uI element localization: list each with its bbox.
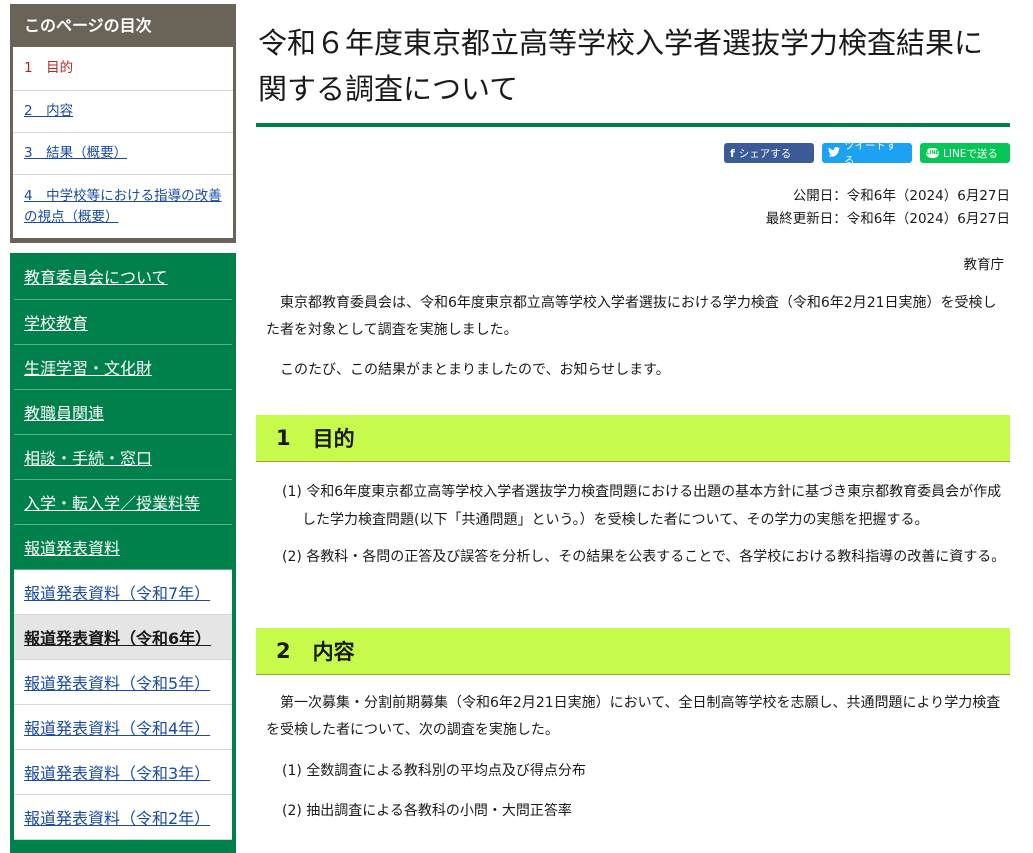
section-title: 内容	[312, 640, 355, 664]
intro-paragraph-1: 東京都教育委員会は、令和6年度東京都立高等学校入学者選抜における学力検査（令和6…	[266, 295, 997, 338]
toc-link-results[interactable]: 3 結果（概要）	[24, 143, 222, 164]
twitter-share-button[interactable]: ツイートする	[822, 140, 912, 167]
sidebar-sublink-press-r4[interactable]: 報道発表資料（令和4年）	[24, 715, 210, 739]
sidebar-item-school-education[interactable]: 学校教育	[14, 300, 232, 345]
sidebar-subitem-press-r2[interactable]: 報道発表資料（令和2年）	[14, 795, 232, 840]
content-item-2: (2) 抽出調査による各教科の小問・大問正答率	[282, 803, 572, 819]
section-number: 2	[276, 639, 291, 663]
sidebar-link-lifelong-learning[interactable]: 生涯学習・文化財	[24, 355, 152, 379]
toc-list: 1 目的 2 内容 3 結果（概要） 4 中学校等における指導の改善の視点（概要…	[13, 47, 233, 238]
twitter-share-label: ツイートする	[844, 140, 897, 167]
line-icon: LINE	[926, 148, 939, 158]
purpose-item-1: (1) 令和6年度東京都立高等学校入学者選抜学力検査問題における出題の基本方針に…	[282, 484, 1002, 528]
line-share-button[interactable]: LINE LINEで送る	[920, 143, 1010, 163]
sidebar-sublink-press-r2[interactable]: 報道発表資料（令和2年）	[24, 805, 210, 829]
content-paragraph: 第一次募集・分割前期募集（令和6年2月21日実施）において、全日制高等学校を志願…	[266, 695, 1001, 738]
sidebar-item-press[interactable]: 報道発表資料	[14, 525, 232, 570]
section-title: 目的	[312, 427, 355, 451]
toc-link-guidance[interactable]: 4 中学校等における指導の改善の視点（概要）	[24, 186, 222, 228]
section-number: 1	[276, 426, 291, 450]
sidebar-item-admission[interactable]: 入学・転入学／授業料等	[14, 480, 232, 525]
sidebar-nav: 教育委員会について 学校教育 生涯学習・文化財 教職員関連 相談・手続・窓口 入…	[10, 253, 236, 853]
share-buttons: f シェアする ツイートする LINE LINEで送る	[724, 140, 1010, 167]
page-title: 令和６年度東京都立高等学校入学者選抜学力検査結果に関する調査について	[256, 0, 1010, 127]
toc-item-results[interactable]: 3 結果（概要）	[13, 133, 233, 175]
section-heading-content: 2 内容	[256, 628, 1010, 675]
section-heading-purpose: 1 目的	[256, 415, 1010, 462]
intro-paragraph-2: このたび、この結果がまとまりましたので、お知らせします。	[280, 362, 670, 378]
purpose-item-2: (2) 各教科・各問の正答及び誤答を分析し、その結果を公表することで、各学校にお…	[282, 549, 1006, 565]
sidebar-sublink-press-r5[interactable]: 報道発表資料（令和5年）	[24, 670, 210, 694]
sidebar-sublink-press-r6[interactable]: 報道発表資料（令和6年）	[24, 625, 211, 649]
sidebar-item-lifelong-learning[interactable]: 生涯学習・文化財	[14, 345, 232, 390]
toc-item-content[interactable]: 2 内容	[13, 91, 233, 133]
published-date: 公開日：令和6年（2024）6月27日	[792, 188, 1010, 204]
sidebar-sublink-press-r3[interactable]: 報道発表資料（令和3年）	[24, 760, 210, 784]
sidebar-link-admission[interactable]: 入学・転入学／授業料等	[24, 490, 200, 514]
sidebar-sublink-press-r7[interactable]: 報道発表資料（令和7年）	[24, 580, 210, 604]
sidebar-subitem-press-r4[interactable]: 報道発表資料（令和4年）	[14, 705, 232, 750]
line-share-label: LINEで送る	[943, 147, 998, 160]
content-item-1: (1) 全数調査による教科別の平均点及び得点分布	[282, 763, 586, 779]
facebook-share-label: シェアする	[738, 147, 792, 160]
toc-box: このページの目次 1 目的 2 内容 3 結果（概要） 4 中学校等における指導…	[10, 4, 236, 243]
main-content: 令和６年度東京都立高等学校入学者選抜学力検査結果に関する調査について f シェア…	[256, 0, 1010, 819]
toc-item-guidance[interactable]: 4 中学校等における指導の改善の視点（概要）	[13, 175, 233, 238]
toc-link-content[interactable]: 2 内容	[24, 101, 222, 122]
sidebar-link-staff[interactable]: 教職員関連	[24, 400, 104, 424]
updated-date: 最終更新日：令和6年（2024）6月27日	[765, 211, 1010, 227]
sidebar-subitem-press-r7[interactable]: 報道発表資料（令和7年）	[14, 570, 232, 615]
sidebar-item-staff[interactable]: 教職員関連	[14, 390, 232, 435]
facebook-icon: f	[730, 146, 735, 160]
sidebar-item-board[interactable]: 教育委員会について	[14, 253, 232, 300]
sidebar-link-press[interactable]: 報道発表資料	[24, 535, 120, 559]
date-info: 公開日：令和6年（2024）6月27日 最終更新日：令和6年（2024）6月27…	[766, 185, 1010, 231]
sidebar-link-school-education[interactable]: 学校教育	[24, 310, 88, 334]
twitter-bird-icon	[828, 146, 840, 160]
toc-item-purpose[interactable]: 1 目的	[13, 47, 233, 91]
department: 教育庁	[963, 257, 1005, 273]
toc-title: このページの目次	[24, 16, 152, 35]
sidebar-link-consultation[interactable]: 相談・手続・窓口	[24, 445, 152, 469]
sidebar-subitem-press-r5[interactable]: 報道発表資料（令和5年）	[14, 660, 232, 705]
sidebar-subitem-press-r3[interactable]: 報道発表資料（令和3年）	[14, 750, 232, 795]
sidebar-item-consultation[interactable]: 相談・手続・窓口	[14, 435, 232, 480]
facebook-share-button[interactable]: f シェアする	[724, 143, 814, 163]
sidebar-subitem-press-r6[interactable]: 報道発表資料（令和6年）	[14, 615, 232, 660]
sidebar-link-board[interactable]: 教育委員会について	[24, 264, 168, 288]
